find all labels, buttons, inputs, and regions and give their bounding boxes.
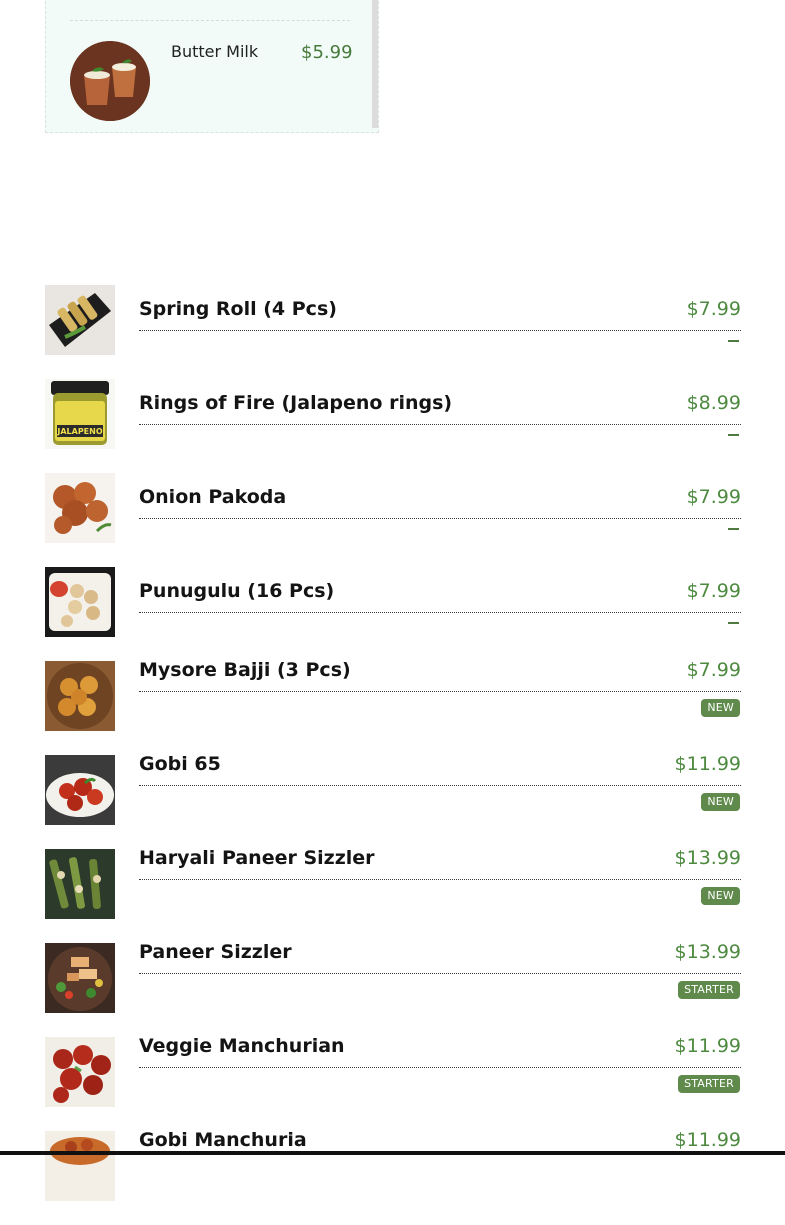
item-price: $7.99: [686, 298, 741, 320]
list-item[interactable]: Spring Roll (4 Pcs) $7.99: [45, 285, 741, 379]
item-name: Gobi 65: [139, 753, 221, 775]
item-name: Spring Roll (4 Pcs): [139, 298, 337, 320]
item-name: Onion Pakoda: [139, 486, 287, 508]
starter-badge: STARTER: [678, 981, 740, 999]
item-price: $11.99: [674, 1035, 741, 1057]
item-price: $11.99: [674, 1129, 741, 1151]
card-item-price: $5.99: [301, 42, 353, 63]
buttermilk-image[interactable]: [70, 41, 150, 121]
mysore-bajji-image: [45, 661, 115, 731]
list-item[interactable]: Haryali Paneer Sizzler $13.99 NEW: [45, 847, 741, 943]
item-divider: [139, 691, 741, 692]
jalapeno-jar-image: JALAPENO: [45, 379, 115, 449]
svg-text:JALAPENO: JALAPENO: [56, 427, 102, 436]
list-item[interactable]: Punugulu (16 Pcs) $7.99: [45, 567, 741, 661]
veggie-manchurian-image: [45, 1037, 115, 1107]
list-item[interactable]: Mysore Bajji (3 Pcs) $7.99 NEW: [45, 659, 741, 755]
paneer-sizzler-image: [45, 943, 115, 1013]
minus-icon[interactable]: [728, 340, 739, 342]
item-divider: [139, 1067, 741, 1068]
item-divider: [139, 973, 741, 974]
bottom-edge: [0, 1151, 785, 1155]
item-divider: [139, 424, 741, 425]
list-item[interactable]: JALAPENO Rings of Fire (Jalapeno rings) …: [45, 379, 741, 473]
item-name: Haryali Paneer Sizzler: [139, 847, 375, 869]
gobi-65-image: [45, 755, 115, 825]
haryali-paneer-image: [45, 849, 115, 919]
list-item[interactable]: Onion Pakoda $7.99: [45, 473, 741, 567]
item-price: $7.99: [686, 659, 741, 681]
gobi-manchuria-image: [45, 1131, 115, 1201]
item-price: $7.99: [686, 580, 741, 602]
item-price: $7.99: [686, 486, 741, 508]
list-item[interactable]: Veggie Manchurian $11.99 STARTER: [45, 1035, 741, 1131]
minus-icon[interactable]: [728, 528, 739, 530]
onion-pakoda-image: [45, 473, 115, 543]
list-item[interactable]: Paneer Sizzler $13.99 STARTER: [45, 941, 741, 1037]
punugulu-image: [45, 567, 115, 637]
spring-roll-image: [45, 285, 115, 355]
item-name: Veggie Manchurian: [139, 1035, 345, 1057]
minus-icon[interactable]: [728, 622, 739, 624]
card-divider: [70, 20, 350, 21]
starter-badge: STARTER: [678, 1075, 740, 1093]
item-divider: [139, 785, 741, 786]
item-name: Gobi Manchuria: [139, 1129, 307, 1151]
new-badge: NEW: [701, 887, 740, 905]
item-name: Punugulu (16 Pcs): [139, 580, 335, 602]
new-badge: NEW: [701, 699, 740, 717]
card-item-name: Butter Milk: [171, 42, 259, 61]
item-name: Rings of Fire (Jalapeno rings): [139, 392, 453, 414]
item-divider: [139, 518, 741, 519]
new-badge: NEW: [701, 793, 740, 811]
card-scrollbar[interactable]: [372, 0, 378, 128]
item-price: $8.99: [686, 392, 741, 414]
item-name: Paneer Sizzler: [139, 941, 292, 963]
list-item[interactable]: Gobi Manchuria $11.99: [45, 1129, 741, 1225]
item-divider: [139, 879, 741, 880]
item-divider: [139, 612, 741, 613]
menu-list: Spring Roll (4 Pcs) $7.99 JALAPENO Rings…: [45, 285, 741, 1225]
item-price: $13.99: [674, 941, 741, 963]
item-price: $13.99: [674, 847, 741, 869]
menu-card: Butter Milk $5.99: [45, 0, 379, 133]
item-divider: [139, 330, 741, 331]
item-name: Mysore Bajji (3 Pcs): [139, 659, 351, 681]
minus-icon[interactable]: [728, 434, 739, 436]
list-item[interactable]: Gobi 65 $11.99 NEW: [45, 753, 741, 849]
item-price: $11.99: [674, 753, 741, 775]
